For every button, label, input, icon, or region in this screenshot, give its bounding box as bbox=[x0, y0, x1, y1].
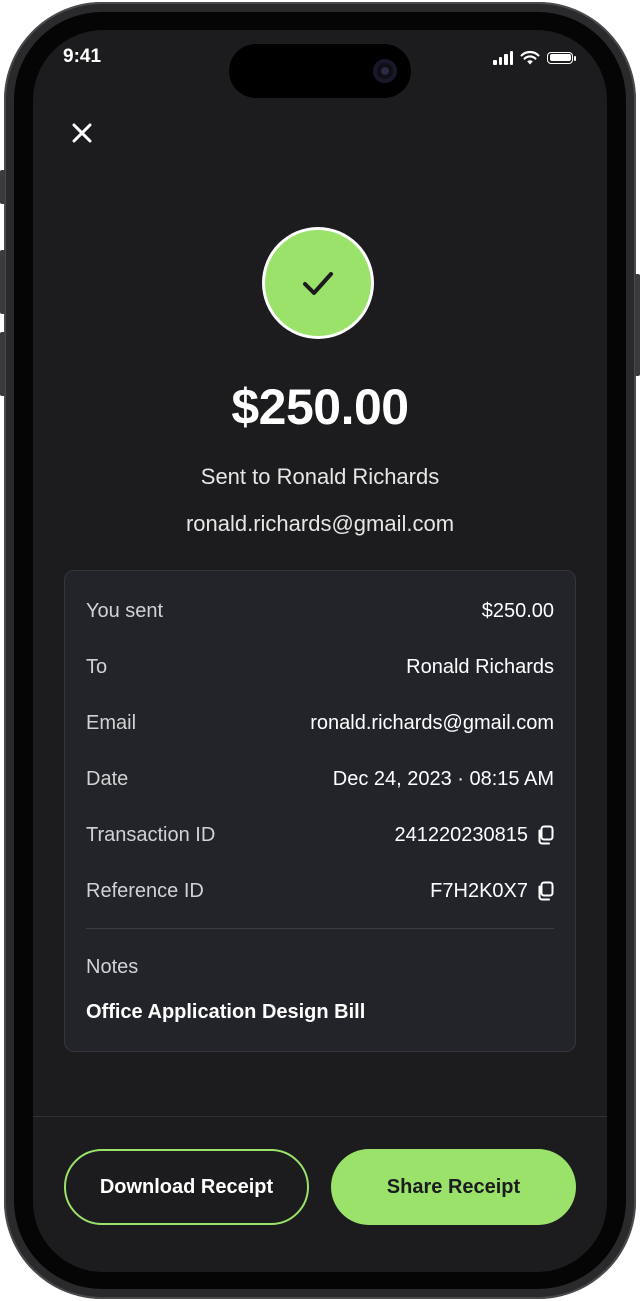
volume-down-button bbox=[0, 332, 5, 396]
status-time: 9:41 bbox=[63, 46, 102, 67]
signal-icon bbox=[493, 50, 513, 65]
transaction-id-value: 241220230815 bbox=[394, 823, 528, 846]
detail-value: Dec 24, 2023 · 08:15 AM bbox=[332, 767, 554, 790]
checkmark-icon bbox=[303, 272, 333, 295]
notes-value: Office Application Design Bill bbox=[86, 1001, 366, 1023]
dynamic-island bbox=[229, 44, 411, 98]
detail-row-to: To Ronald Richards bbox=[86, 652, 554, 682]
divider bbox=[86, 928, 554, 929]
detail-label: Reference ID bbox=[86, 879, 204, 902]
copy-icon[interactable] bbox=[536, 825, 554, 845]
detail-label: To bbox=[86, 655, 108, 678]
screen: 9:41 $250.00 Sent to Ronald Richards ron… bbox=[33, 30, 607, 1272]
detail-row-you-sent: You sent $250.00 bbox=[86, 596, 554, 626]
detail-label: Transaction ID bbox=[86, 823, 216, 846]
volume-up-button bbox=[0, 250, 5, 314]
detail-label: Date bbox=[86, 767, 129, 790]
detail-row-transaction-id: Transaction ID 241220230815 bbox=[86, 820, 554, 850]
detail-row-reference-id: Reference ID F7H2K0X7 bbox=[86, 876, 554, 906]
detail-value-with-copy: F7H2K0X7 bbox=[430, 880, 554, 903]
detail-row-date: Date Dec 24, 2023 · 08:15 AM bbox=[86, 764, 554, 794]
status-icons bbox=[493, 50, 576, 65]
download-receipt-button[interactable]: Download Receipt bbox=[64, 1149, 309, 1225]
detail-label: Email bbox=[86, 711, 137, 734]
wifi-icon bbox=[520, 50, 540, 65]
detail-value: $250.00 bbox=[481, 599, 554, 622]
transaction-details-card: You sent $250.00 To Ronald Richards Emai… bbox=[64, 570, 576, 1052]
recipient-email: ronald.richards@gmail.com bbox=[185, 511, 455, 536]
detail-label: You sent bbox=[86, 599, 164, 622]
close-button[interactable] bbox=[67, 118, 97, 148]
success-badge bbox=[265, 230, 371, 336]
power-button bbox=[635, 274, 640, 376]
amount-sent: $250.00 bbox=[231, 379, 409, 435]
mute-switch bbox=[0, 170, 5, 204]
footer-divider bbox=[33, 1116, 607, 1117]
battery-icon bbox=[547, 51, 576, 64]
notes-label: Notes bbox=[86, 956, 139, 978]
recipient-name: Sent to Ronald Richards bbox=[200, 464, 440, 489]
reference-id-value: F7H2K0X7 bbox=[430, 879, 528, 902]
detail-row-email: Email ronald.richards@gmail.com bbox=[86, 708, 554, 738]
detail-value: ronald.richards@gmail.com bbox=[310, 711, 554, 734]
close-icon bbox=[72, 123, 92, 143]
share-receipt-button[interactable]: Share Receipt bbox=[331, 1149, 576, 1225]
detail-value: Ronald Richards bbox=[406, 655, 554, 678]
detail-value-with-copy: 241220230815 bbox=[395, 824, 554, 847]
copy-icon[interactable] bbox=[536, 881, 554, 901]
camera-icon bbox=[373, 59, 397, 83]
